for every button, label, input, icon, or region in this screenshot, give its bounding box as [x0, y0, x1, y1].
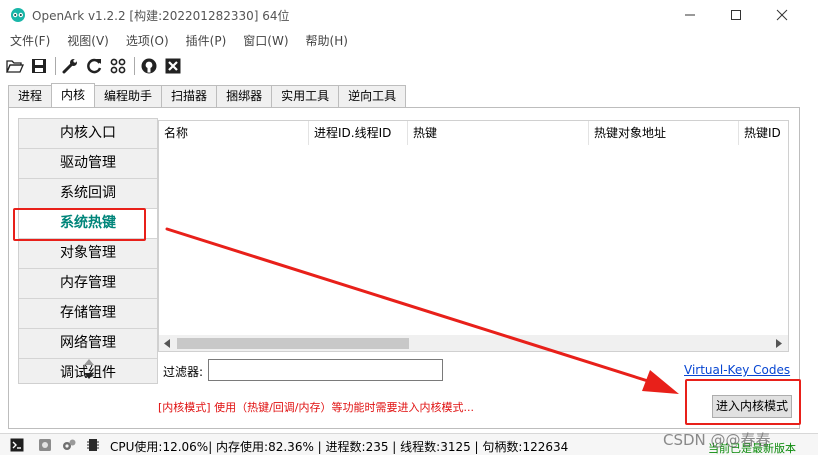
table-horizontal-scrollbar[interactable] [159, 335, 788, 351]
tab-bundler[interactable]: 捆绑器 [216, 85, 273, 107]
menu-view[interactable]: 视图(V) [57, 31, 116, 51]
nav-scroll-up-icon[interactable] [84, 358, 94, 365]
menu-plugins[interactable]: 插件(P) [176, 31, 234, 51]
disk-icon[interactable] [38, 438, 52, 452]
settings-button[interactable] [59, 55, 81, 77]
menu-window[interactable]: 窗口(W) [233, 31, 295, 51]
toolbar [4, 55, 186, 77]
nav-scroll-down-icon[interactable] [84, 373, 94, 380]
column-name[interactable]: 名称 [159, 121, 309, 145]
globe-icon [141, 58, 157, 74]
main-tabs: 进程 内核 编程助手 扫描器 捆绑器 实用工具 逆向工具 [8, 83, 407, 107]
tab-utilities[interactable]: 实用工具 [271, 85, 340, 107]
tab-process[interactable]: 进程 [8, 85, 53, 107]
virtual-key-codes-link[interactable]: Virtual-Key Codes [684, 363, 790, 377]
memory-icon[interactable] [86, 438, 100, 452]
window-title: OpenArk v1.2.2 [构建:202201282330] 64位 [32, 9, 290, 23]
maximize-icon [731, 10, 741, 20]
highlight-box-enter-kernel [685, 379, 801, 425]
column-hotkey[interactable]: 热键 [408, 121, 589, 145]
menu-options[interactable]: 选项(O) [116, 31, 176, 51]
exit-button[interactable] [162, 55, 184, 77]
table-header: 名称 进程ID.线程ID 热键 热键对象地址 热键ID [159, 121, 788, 145]
save-button[interactable] [28, 55, 50, 77]
save-icon [32, 59, 46, 73]
column-pid-tid[interactable]: 进程ID.线程ID [309, 121, 408, 145]
grid-icon [110, 58, 126, 74]
status-stats: CPU使用:12.06%| 内存使用:82.36% | 进程数:235 | 线程… [110, 440, 569, 454]
column-hotkey-id[interactable]: 热键ID [739, 121, 788, 145]
nav-kernel-entry[interactable]: 内核入口 [19, 119, 157, 149]
nav-object-manager[interactable]: 对象管理 [19, 239, 157, 269]
kernel-nav: 内核入口 驱动管理 系统回调 系统热键 对象管理 内存管理 存储管理 网络管理 … [18, 118, 158, 384]
tab-scanner[interactable]: 扫描器 [161, 85, 218, 107]
highlight-box-hotkeys [13, 208, 146, 241]
title-bar: OpenArk v1.2.2 [构建:202201282330] 64位 [0, 0, 818, 30]
tab-kernel[interactable]: 内核 [51, 83, 96, 107]
kernel-mode-hint: [内核模式] 使用（热键/回调/内存）等功能时需要进入内核模式... [158, 401, 474, 414]
filter-input[interactable] [208, 359, 443, 381]
scroll-left-icon[interactable] [164, 339, 170, 348]
refresh-icon [87, 58, 102, 74]
hotkey-table: 名称 进程ID.线程ID 热键 热键对象地址 热键ID [158, 120, 789, 352]
close-button[interactable] [759, 0, 805, 30]
maximize-button[interactable] [713, 0, 759, 30]
refresh-button[interactable] [83, 55, 105, 77]
nav-driver-manager[interactable]: 驱动管理 [19, 149, 157, 179]
github-button[interactable] [138, 55, 160, 77]
nav-network-manager[interactable]: 网络管理 [19, 329, 157, 359]
openark-logo-icon [11, 8, 25, 22]
console-button[interactable] [107, 55, 129, 77]
minimize-icon [685, 14, 695, 16]
filter-label: 过滤器: [163, 365, 204, 379]
minimize-button[interactable] [667, 0, 713, 30]
scroll-right-icon[interactable] [776, 339, 782, 348]
wrench-icon [62, 59, 77, 74]
toolbar-separator [134, 57, 135, 75]
menu-file[interactable]: 文件(F) [0, 31, 57, 51]
folder-open-icon [6, 60, 24, 73]
menu-bar: 文件(F) 视图(V) 选项(O) 插件(P) 窗口(W) 帮助(H) [0, 31, 818, 51]
watermark: CSDN @@春春 [663, 431, 771, 449]
tab-reverse-tools[interactable]: 逆向工具 [338, 85, 407, 107]
close-box-icon [165, 58, 181, 74]
nav-system-callbacks[interactable]: 系统回调 [19, 179, 157, 209]
close-icon [776, 9, 788, 21]
nav-storage-manager[interactable]: 存储管理 [19, 299, 157, 329]
gears-icon[interactable] [62, 438, 76, 452]
menu-help[interactable]: 帮助(H) [296, 31, 355, 51]
toolbar-separator [55, 57, 56, 75]
tab-coding-helper[interactable]: 编程助手 [94, 85, 163, 107]
scrollbar-thumb[interactable] [177, 338, 409, 349]
terminal-icon[interactable] [10, 438, 24, 452]
open-button[interactable] [4, 55, 26, 77]
nav-memory-manager[interactable]: 内存管理 [19, 269, 157, 299]
column-hotkey-object-address[interactable]: 热键对象地址 [589, 121, 739, 145]
